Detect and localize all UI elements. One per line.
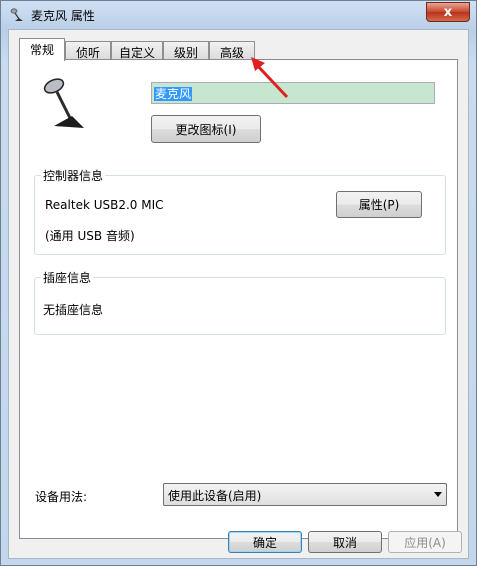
device-usage-label: 设备用法: — [35, 490, 88, 504]
apply-label: 应用(A) — [404, 535, 446, 550]
title-bar[interactable]: 麦克风 属性 x — [1, 1, 476, 29]
cancel-button[interactable]: 取消 — [308, 531, 382, 553]
apply-button[interactable]: 应用(A) — [388, 531, 462, 553]
window-title: 麦克风 属性 — [31, 9, 95, 23]
controller-name: Realtek USB2.0 MIC — [45, 198, 164, 212]
chevron-down-icon — [434, 492, 442, 497]
microphone-icon — [10, 8, 23, 21]
close-button[interactable]: x — [426, 2, 470, 22]
tab-levels[interactable]: 级别 — [163, 41, 209, 60]
tab-listen[interactable]: 侦听 — [65, 41, 111, 60]
close-icon: x — [443, 4, 453, 20]
device-usage-select[interactable]: 使用此设备(启用) — [163, 483, 447, 506]
properties-window: 麦克风 属性 x 常规 侦听 自定义 级别 高级 麦克风 更改图标(I) 控制器… — [0, 0, 477, 566]
dialog-client: 常规 侦听 自定义 级别 高级 麦克风 更改图标(I) 控制器信息 Realte… — [8, 29, 469, 559]
ok-button[interactable]: 确定 — [228, 531, 302, 553]
jack-info-title: 插座信息 — [41, 269, 94, 286]
cancel-label: 取消 — [332, 535, 357, 550]
general-tab-page: 麦克风 更改图标(I) 控制器信息 Realtek USB2.0 MIC (通用… — [19, 59, 458, 539]
device-name-value: 麦克风 — [154, 87, 193, 101]
microphone-icon — [43, 78, 84, 128]
controller-info-title: 控制器信息 — [41, 167, 106, 184]
tab-label: 级别 — [173, 46, 198, 60]
tab-label: 常规 — [29, 43, 54, 57]
properties-button[interactable]: 属性(P) — [336, 191, 422, 218]
tab-general[interactable]: 常规 — [19, 38, 65, 61]
properties-label: 属性(P) — [358, 198, 400, 212]
ok-label: 确定 — [252, 535, 277, 550]
change-icon-label: 更改图标(I) — [175, 122, 237, 137]
tab-custom[interactable]: 自定义 — [111, 41, 163, 60]
controller-desc: (通用 USB 音频) — [45, 229, 135, 243]
change-icon-button[interactable]: 更改图标(I) — [151, 115, 261, 143]
tab-label: 自定义 — [118, 46, 155, 60]
device-usage-value: 使用此设备(启用) — [168, 489, 262, 503]
tab-label: 侦听 — [75, 46, 100, 60]
jack-info-text: 无插座信息 — [43, 303, 104, 317]
annotation-arrow-icon — [251, 57, 289, 99]
